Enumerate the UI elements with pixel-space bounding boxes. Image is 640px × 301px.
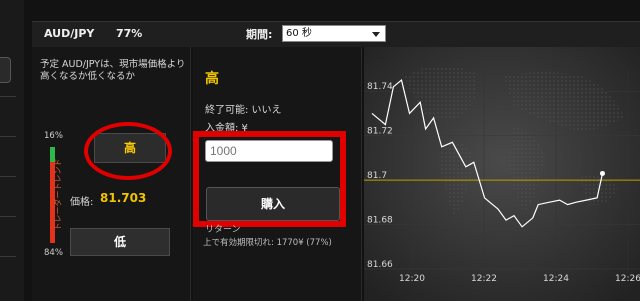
y-tick-label: 81.66 [367, 260, 393, 270]
selected-direction: 高 [205, 71, 219, 87]
return-label: リターン [205, 225, 241, 235]
x-tick-label: 12:20 [399, 274, 425, 284]
strip-divider [0, 96, 16, 97]
highlight-circle [84, 122, 172, 180]
side-collapse-handle[interactable] [0, 57, 11, 83]
strip-divider [0, 176, 16, 177]
highlight-rectangle [193, 131, 346, 227]
price-chart: 81.7481.7281.781.6881.66 12:20 12:22 12:24… [364, 47, 640, 301]
y-tick-label: 81.68 [367, 216, 393, 226]
payout-info: 上で有効期限切れ: 1770¥ (77%) [203, 238, 332, 248]
x-tick-label: 12:26 [615, 274, 640, 284]
trade-header: AUD/JPY 77% 期間: 60 秒 [32, 21, 640, 47]
prediction-description: 予定 AUD/JPYは、現市場価格より高くなるか低くなるか [40, 59, 186, 82]
price-value: 81.703 [100, 191, 147, 205]
strip-divider [0, 216, 16, 217]
order-panel: 高 終了可能: いいえ 入金額: ¥ 購入 リターン 上で有効期限切れ: 177… [193, 47, 362, 301]
payout-percent: 77% [116, 27, 143, 40]
period-value: 60 秒 [286, 28, 312, 39]
trend-up-percent: 16% [44, 131, 63, 141]
chevron-down-icon [372, 32, 380, 37]
strip-divider [0, 136, 16, 137]
early-close-status: 終了可能: いいえ [205, 105, 282, 116]
period-select[interactable]: 60 秒 [282, 25, 386, 42]
x-tick-label: 12:22 [471, 274, 497, 284]
trend-down-percent: 84% [44, 248, 63, 258]
x-tick-label: 12:24 [543, 274, 569, 284]
direction-panel: 予定 AUD/JPYは、現市場価格より高くなるか低くなるか 16% トレーダート… [32, 47, 191, 301]
strip-divider [0, 256, 16, 257]
last-price-point [599, 170, 605, 176]
low-button[interactable]: 低 [70, 228, 170, 256]
side-strip [0, 0, 24, 301]
asset-pair: AUD/JPY [44, 27, 95, 40]
trader-trend-label: トレーダートレンド [53, 158, 63, 231]
period-label: 期間: [246, 28, 273, 41]
chart-background [364, 47, 640, 301]
y-tick-label: 81.72 [367, 127, 393, 137]
price-label: 価格: [70, 197, 94, 208]
y-tick-label: 81.74 [367, 82, 393, 92]
